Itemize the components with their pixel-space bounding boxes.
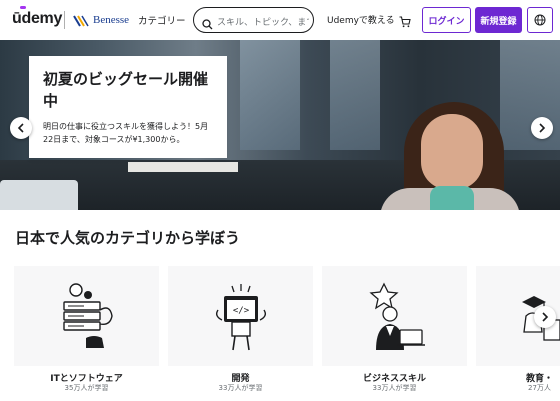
teach-link[interactable]: Udemyで教える [327, 13, 395, 26]
category-card[interactable]: ビジネススキル 33万人が学習 [322, 266, 467, 401]
promo-title: 初夏のビッグセール開催中 [43, 70, 209, 110]
signup-button[interactable]: 新規登録 [475, 7, 522, 33]
benesse-text: Benesse [93, 14, 130, 26]
search-icon [202, 15, 213, 30]
business-skills-illustration-icon [369, 282, 425, 350]
benesse-mark-icon [72, 13, 90, 27]
category-image: </> [168, 266, 313, 366]
categories-next-button[interactable] [534, 306, 556, 328]
logo-accent-icon [20, 6, 26, 9]
category-count: 33万人が学習 [218, 384, 263, 392]
category-image [322, 266, 467, 366]
hero-table [128, 162, 238, 172]
promo-card: 初夏のビッグセール開催中 明日の仕事に役立つスキルを獲得しよう！5月22日まで、… [29, 56, 227, 158]
header: ūdemy Benesse カテゴリー スキル、トピック、まで Udemyで教え… [0, 0, 560, 40]
hero-chair [0, 180, 78, 210]
hero-window [240, 40, 300, 150]
udemy-logo[interactable]: ūdemy [12, 10, 62, 28]
category-count: 35万人が学習 [64, 384, 109, 392]
svg-text:</>: </> [233, 306, 250, 316]
category-count: 33万人が学習 [372, 384, 417, 392]
chevron-right-icon [542, 312, 549, 322]
globe-icon [534, 14, 546, 26]
category-card[interactable]: 教育・ 27万人 [476, 266, 560, 401]
hero-person-face [421, 114, 483, 190]
hero-window [330, 40, 380, 150]
category-card[interactable]: </> 開発 33万人が学習 [168, 266, 313, 401]
chevron-left-icon [17, 123, 24, 133]
login-button[interactable]: ログイン [422, 7, 471, 33]
section-title: 日本で人気のカテゴリから学ぼう [15, 229, 241, 247]
benesse-logo[interactable]: Benesse [72, 12, 129, 28]
hero-next-button[interactable] [531, 117, 553, 139]
hero-prev-button[interactable] [10, 117, 32, 139]
hero-banner: 初夏のビッグセール開催中 明日の仕事に役立つスキルを獲得しよう！5月22日まで、… [0, 40, 560, 210]
chevron-right-icon [539, 123, 546, 133]
it-software-illustration-icon [63, 283, 113, 348]
promo-body: 明日の仕事に役立つスキルを獲得しよう！5月22日まで、対象コースが¥1,300か… [43, 122, 209, 144]
search-placeholder: スキル、トピック、まで [217, 18, 309, 28]
language-button[interactable] [527, 7, 553, 33]
category-image [14, 266, 159, 366]
search-input[interactable]: スキル、トピック、まで [193, 7, 314, 33]
hero-person-scarf [430, 186, 474, 210]
categories-menu[interactable]: カテゴリー [138, 13, 186, 27]
category-card[interactable]: ITとソフトウェア 35万人が学習 [14, 266, 159, 401]
cart-icon[interactable] [399, 13, 411, 28]
development-illustration-icon: </> [215, 284, 267, 351]
category-count: 27万人 [528, 384, 551, 392]
logo-divider [64, 11, 65, 29]
